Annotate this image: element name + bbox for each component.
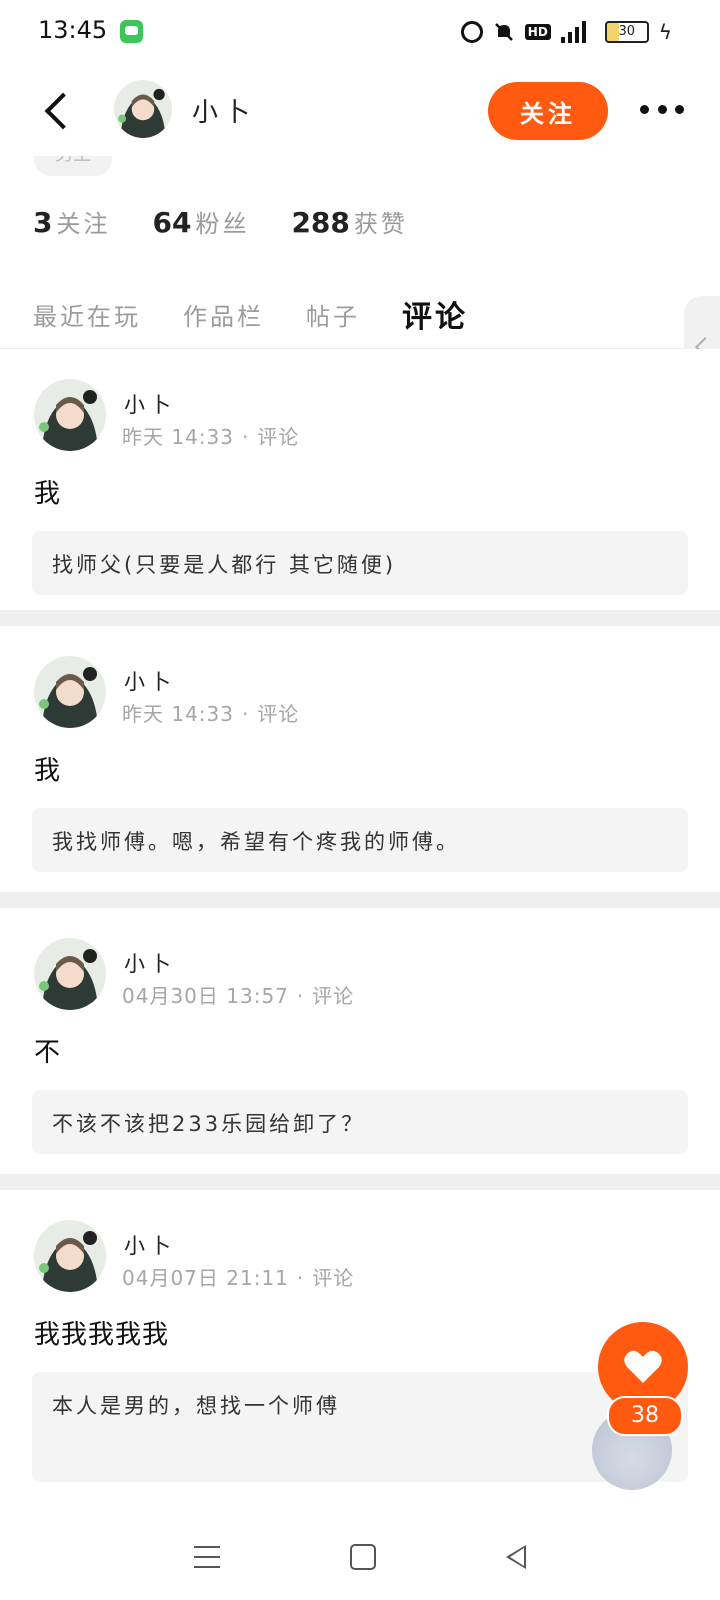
tab-works[interactable]: 作品栏	[183, 297, 264, 332]
hd-badge: HD	[524, 24, 551, 40]
stat-value: 3	[33, 206, 53, 239]
quoted-post[interactable]: 不该不该把233乐园给卸了？	[32, 1090, 688, 1154]
card-divider	[0, 1174, 720, 1190]
comment-text: 不	[34, 1038, 62, 1068]
back-icon[interactable]	[40, 90, 72, 130]
nav-back-icon[interactable]	[506, 1545, 526, 1569]
top-nav: 小卜 关注	[0, 64, 720, 156]
comment-card[interactable]: 小卜 04月30日 13:57 · 评论 不 不该不该把233乐园给卸了？	[0, 908, 720, 1174]
comment-type: 评论	[257, 425, 300, 449]
comment-type: 评论	[257, 702, 300, 726]
message-app-icon	[120, 20, 143, 43]
system-nav-bar	[0, 1514, 720, 1600]
comment-text: 我	[34, 756, 62, 786]
stat-label: 粉丝	[195, 210, 250, 238]
comment-meta: 04月07日 21:11 · 评论	[122, 1266, 355, 1290]
battery-level: 30	[618, 24, 636, 39]
comment-time: 04月07日 21:11	[122, 1266, 289, 1290]
follow-button[interactable]: 关注	[488, 82, 608, 140]
comment-meta: 昨天 14:33 · 评论	[122, 702, 300, 726]
comment-type: 评论	[312, 984, 355, 1008]
comment-author[interactable]: 小卜	[124, 666, 176, 696]
profile-tabs: 最近在玩 作品栏 帖子 评论	[33, 284, 468, 344]
avatar[interactable]	[114, 80, 172, 138]
like-count: 38	[607, 1396, 683, 1436]
comment-meta: 04月30日 13:57 · 评论	[122, 984, 355, 1008]
stat-label: 获赞	[353, 210, 408, 238]
stat-label: 关注	[56, 210, 111, 238]
header-user-name[interactable]: 小卜	[192, 92, 256, 129]
tab-comments[interactable]: 评论	[402, 292, 468, 336]
status-icons: HD 30 ϟ	[460, 18, 672, 46]
status-time: 13:45	[38, 16, 108, 44]
avatar[interactable]	[34, 656, 106, 728]
status-bar: 13:45 HD 30 ϟ	[0, 0, 720, 64]
card-divider	[0, 610, 720, 626]
charging-icon: ϟ	[658, 20, 672, 44]
battery-icon: 30	[604, 21, 649, 43]
avatar[interactable]	[34, 1220, 106, 1292]
alarm-icon	[460, 21, 483, 43]
menu-icon[interactable]	[194, 1546, 220, 1568]
comment-time: 04月30日 13:57	[122, 984, 289, 1008]
more-icon[interactable]	[640, 94, 684, 124]
quoted-post[interactable]: 我找师傅。嗯，希望有个疼我的师傅。	[32, 808, 688, 872]
stat-likes[interactable]: 288 获赞	[291, 204, 407, 239]
tab-posts[interactable]: 帖子	[306, 297, 360, 332]
comment-card[interactable]: 小卜 昨天 14:33 · 评论 我 我找师傅。嗯，希望有个疼我的师傅。	[0, 626, 720, 892]
home-icon[interactable]	[350, 1544, 376, 1570]
comment-text: 我我我我我	[34, 1320, 170, 1350]
card-divider	[0, 892, 720, 908]
profile-stats: 3 关注 64 粉丝 288 获赞	[33, 204, 408, 239]
comment-card[interactable]: 小卜 昨天 14:33 · 评论 我 找师父(只要是人都行 其它随便)	[0, 349, 720, 610]
avatar[interactable]	[34, 938, 106, 1010]
tab-recently-played[interactable]: 最近在玩	[33, 297, 141, 332]
stat-value: 64	[152, 206, 192, 239]
stat-value: 288	[291, 206, 350, 239]
comment-text: 我	[34, 479, 62, 509]
comment-meta: 昨天 14:33 · 评论	[122, 425, 300, 449]
comment-time: 昨天 14:33	[122, 702, 234, 726]
stat-following[interactable]: 3 关注	[33, 204, 110, 239]
comment-type: 评论	[312, 1266, 355, 1290]
comment-author[interactable]: 小卜	[124, 948, 176, 978]
quoted-post[interactable]: 本人是男的，想找一个师傅	[32, 1372, 688, 1482]
signal-icon	[560, 21, 595, 43]
comment-author[interactable]: 小卜	[124, 389, 176, 419]
heart-icon	[624, 1350, 662, 1383]
quoted-post[interactable]: 找师父(只要是人都行 其它随便)	[32, 531, 688, 595]
comment-time: 昨天 14:33	[122, 425, 234, 449]
stat-followers[interactable]: 64 粉丝	[152, 204, 249, 239]
avatar[interactable]	[34, 379, 106, 451]
comment-author[interactable]: 小卜	[124, 1230, 176, 1260]
mute-bell-icon	[493, 21, 515, 43]
